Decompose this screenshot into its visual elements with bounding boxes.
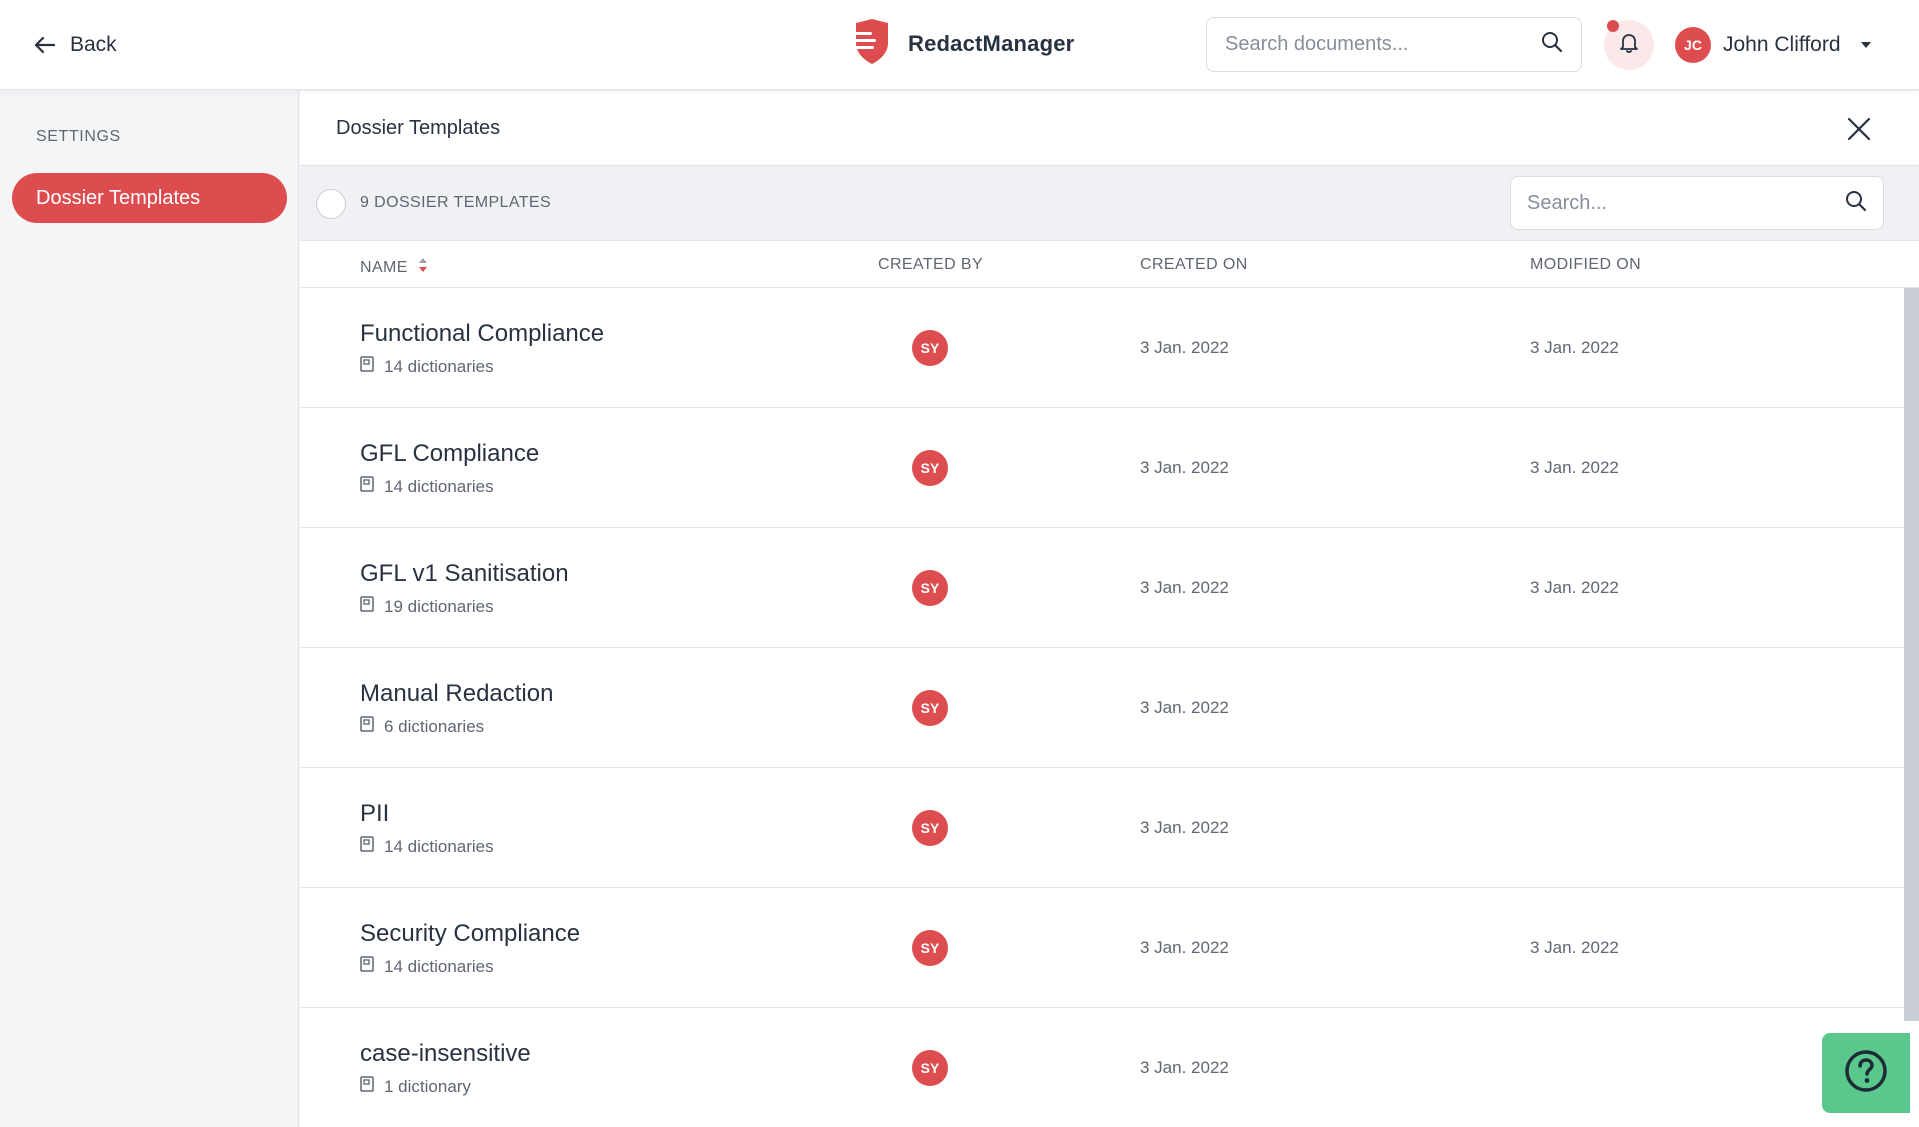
dictionary-count: 14 dictionaries xyxy=(384,356,494,376)
search-icon[interactable] xyxy=(1845,190,1867,217)
table-row[interactable]: GFL v1 Sanitisation 19 dictionaries SY 3… xyxy=(300,528,1919,648)
dictionary-icon xyxy=(360,1076,374,1097)
dictionary-count: 6 dictionaries xyxy=(384,716,485,736)
dictionary-icon xyxy=(360,596,374,617)
dictionary-count: 14 dictionaries xyxy=(384,836,494,856)
modified-on: 3 Jan. 2022 xyxy=(1530,458,1619,477)
created-on: 3 Jan. 2022 xyxy=(1140,818,1229,837)
table-row[interactable]: Security Compliance 14 dictionaries SY 3… xyxy=(300,888,1919,1008)
template-name: case-insensitive xyxy=(360,1040,531,1067)
column-modified-on: MODIFIED ON xyxy=(1530,256,1641,274)
column-created-by-label: CREATED BY xyxy=(878,256,984,273)
select-all-checkbox[interactable] xyxy=(316,189,346,219)
template-name: Manual Redaction xyxy=(360,680,554,707)
created-on: 3 Jan. 2022 xyxy=(1140,1058,1229,1077)
avatar: SY xyxy=(912,1050,948,1086)
template-name: PII xyxy=(360,800,390,827)
shield-logo-icon xyxy=(850,18,894,70)
table-row[interactable]: GFL Compliance 14 dictionaries SY 3 Jan.… xyxy=(300,408,1919,528)
created-on: 3 Jan. 2022 xyxy=(1140,938,1229,957)
table-toolbar: 9 DOSSIER TEMPLATES xyxy=(300,166,1919,241)
column-created-on: CREATED ON xyxy=(1140,256,1248,274)
avatar: SY xyxy=(912,570,948,606)
column-modified-on-label: MODIFIED ON xyxy=(1530,256,1642,273)
top-bar: Back RedactManager JC John Clifford xyxy=(0,0,1919,90)
sidebar-item-dossier-templates[interactable]: Dossier Templates xyxy=(12,173,287,223)
user-name: John Clifford xyxy=(1723,33,1841,56)
back-button[interactable]: Back xyxy=(34,28,117,62)
templates-count: 9 DOSSIER TEMPLATES xyxy=(360,194,552,211)
template-meta: 14 dictionaries xyxy=(360,956,494,977)
modified-on: 3 Jan. 2022 xyxy=(1530,938,1619,957)
main-content: Dossier Templates 9 DOSSIER TEMPLATES NA… xyxy=(300,91,1919,1127)
template-meta: 14 dictionaries xyxy=(360,836,494,857)
template-name: Security Compliance xyxy=(360,920,581,947)
help-button[interactable] xyxy=(1822,1033,1910,1113)
sort-icon xyxy=(418,256,428,279)
bell-icon xyxy=(1619,32,1639,59)
table-row[interactable]: Functional Compliance 14 dictionaries SY… xyxy=(300,288,1919,408)
chevron-down-icon xyxy=(1860,42,1871,48)
templates-table: Functional Compliance 14 dictionaries SY… xyxy=(300,288,1919,1127)
user-menu[interactable]: JC John Clifford xyxy=(1675,26,1871,64)
table-header: NAME CREATED BY CREATED ON MODIFIED ON xyxy=(300,242,1919,288)
avatar: JC xyxy=(1675,27,1711,63)
template-meta: 6 dictionaries xyxy=(360,716,484,737)
template-meta: 14 dictionaries xyxy=(360,476,494,497)
global-search-input[interactable] xyxy=(1225,33,1541,56)
created-on: 3 Jan. 2022 xyxy=(1140,578,1229,597)
brand-name: RedactManager xyxy=(908,31,1075,56)
avatar: SY xyxy=(912,690,948,726)
table-search-input[interactable] xyxy=(1527,191,1845,215)
dictionary-icon xyxy=(360,836,374,857)
dictionary-count: 14 dictionaries xyxy=(384,476,494,496)
help-icon xyxy=(1843,1048,1889,1099)
sidebar-item-label: Dossier Templates xyxy=(36,186,201,209)
sidebar: SETTINGS Dossier Templates xyxy=(0,91,299,1127)
table-row[interactable]: Manual Redaction 6 dictionaries SY 3 Jan… xyxy=(300,648,1919,768)
template-meta: 1 dictionary xyxy=(360,1076,471,1097)
template-meta: 14 dictionaries xyxy=(360,356,494,377)
column-name-label: NAME xyxy=(360,258,408,276)
avatar: SY xyxy=(912,810,948,846)
table-row[interactable]: case-insensitive 1 dictionary SY 3 Jan. … xyxy=(300,1008,1919,1127)
column-name[interactable]: NAME xyxy=(360,256,428,279)
dictionary-count: 1 dictionary xyxy=(384,1076,471,1096)
dictionary-count: 19 dictionaries xyxy=(384,596,494,616)
arrow-left-icon xyxy=(34,36,56,54)
template-name: Functional Compliance xyxy=(360,320,605,347)
created-on: 3 Jan. 2022 xyxy=(1140,338,1229,357)
created-on: 3 Jan. 2022 xyxy=(1140,458,1229,477)
notification-dot xyxy=(1607,20,1619,32)
search-icon[interactable] xyxy=(1541,31,1563,58)
dictionary-icon xyxy=(360,716,374,737)
dictionary-icon xyxy=(360,356,374,377)
template-name: GFL v1 Sanitisation xyxy=(360,560,569,587)
template-meta: 19 dictionaries xyxy=(360,596,494,617)
close-icon xyxy=(1847,117,1871,141)
avatar: SY xyxy=(912,330,948,366)
scrollbar[interactable] xyxy=(1904,288,1919,1021)
page-title: Dossier Templates xyxy=(336,117,501,139)
sidebar-heading: SETTINGS xyxy=(36,128,121,145)
modified-on: 3 Jan. 2022 xyxy=(1530,578,1619,597)
dictionary-icon xyxy=(360,956,374,977)
modified-on: 3 Jan. 2022 xyxy=(1530,338,1619,357)
back-label: Back xyxy=(70,33,117,56)
close-button[interactable] xyxy=(1845,115,1873,143)
column-created-on-label: CREATED ON xyxy=(1140,256,1248,273)
table-row[interactable]: PII 14 dictionaries SY 3 Jan. 2022 xyxy=(300,768,1919,888)
dictionary-count: 14 dictionaries xyxy=(384,956,494,976)
column-created-by: CREATED BY xyxy=(878,256,983,274)
avatar: SY xyxy=(912,930,948,966)
global-search xyxy=(1206,17,1582,72)
brand: RedactManager xyxy=(850,18,1075,70)
created-on: 3 Jan. 2022 xyxy=(1140,698,1229,717)
template-name: GFL Compliance xyxy=(360,440,540,467)
avatar: SY xyxy=(912,450,948,486)
dictionary-icon xyxy=(360,476,374,497)
page-header: Dossier Templates xyxy=(300,91,1919,166)
table-search xyxy=(1510,176,1884,230)
